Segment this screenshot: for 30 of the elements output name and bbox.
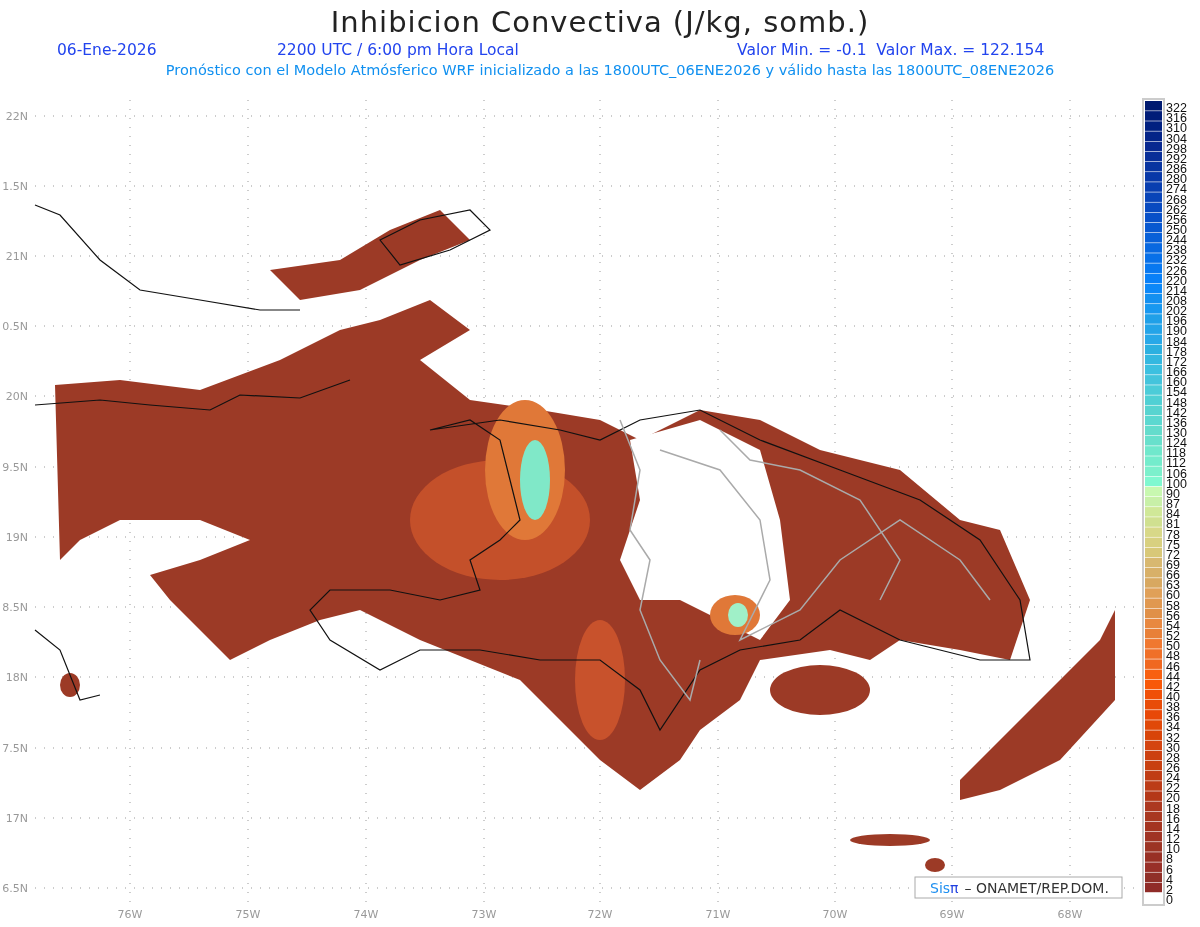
credit-label: Sisπ – ONAMET/REP.DOM.	[914, 876, 1123, 899]
latitude-label: 21N	[5, 250, 28, 263]
latitude-label: 22N	[5, 110, 28, 123]
latitude-label: 6.5N	[2, 882, 28, 895]
latitude-label: 18N	[5, 671, 28, 684]
longitude-label: 68W	[1057, 908, 1083, 921]
longitude-label: 70W	[822, 908, 848, 921]
latitude-label: 0.5N	[2, 320, 28, 333]
min-max-values: Valor Min. = -0.1 Valor Max. = 122.154	[737, 40, 1045, 60]
longitude-label: 74W	[353, 908, 379, 921]
longitude-label: 73W	[471, 908, 497, 921]
longitude-label: 76W	[117, 908, 143, 921]
forecast-description: Pronóstico con el Modelo Atmósferico WRF inicializado a las 1800UTC_06ENE2026 y válido hasta las 1800UTC_08ENE2026	[165, 61, 1055, 80]
longitude-label: 71W	[705, 908, 731, 921]
latitude-label: 17N	[5, 812, 28, 825]
color-scale-label: 0	[1166, 893, 1173, 907]
latitude-label: 8.5N	[2, 601, 28, 614]
latitude-label: 9.5N	[2, 461, 28, 474]
latitude-label: 7.5N	[2, 742, 28, 755]
latitude-label: 19N	[5, 531, 28, 544]
color-scale-label: 69	[1166, 558, 1180, 572]
latitude-label: 1.5N	[2, 180, 28, 193]
forecast-time: 2200 UTC / 6:00 pm Hora Local	[277, 40, 520, 60]
longitude-label: 75W	[235, 908, 261, 921]
longitude-label: 72W	[587, 908, 613, 921]
map-title: Inhibicion Convectiva (J/kg, somb.)	[330, 4, 870, 40]
longitude-label: 69W	[939, 908, 965, 921]
color-scale-label: 130	[1166, 426, 1187, 440]
latitude-label: 20N	[5, 390, 28, 403]
forecast-date: 06-Ene-2026	[57, 40, 158, 60]
